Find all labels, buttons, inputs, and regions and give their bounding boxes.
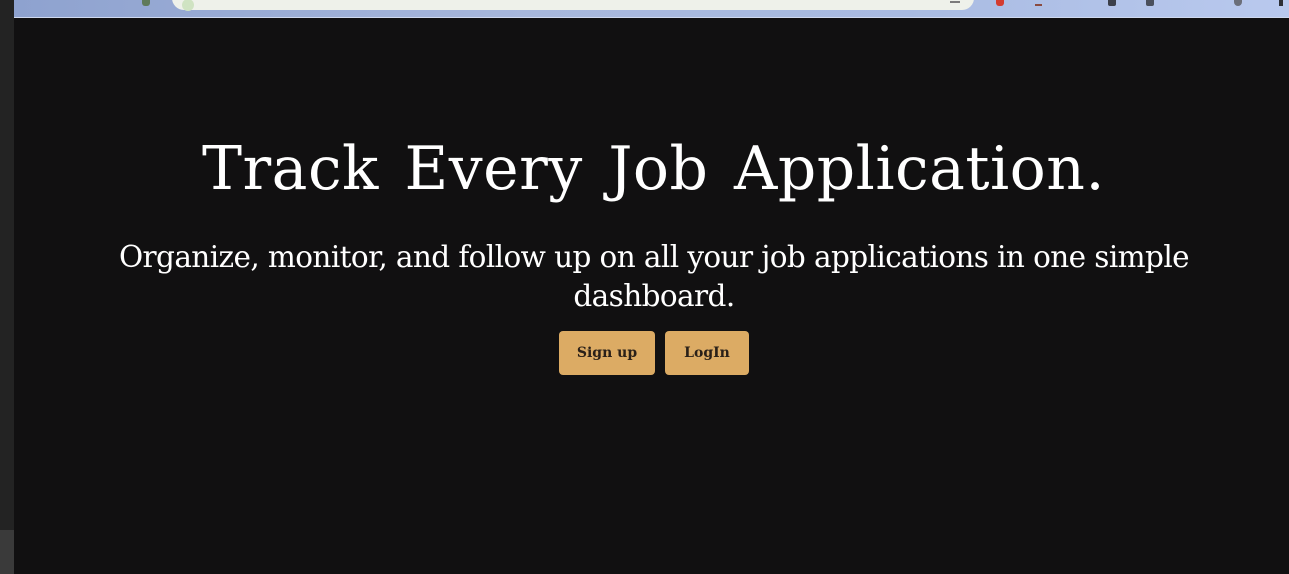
hero-subtitle: Organize, monitor, and follow up on all …	[118, 240, 1190, 313]
left-window-edge	[0, 0, 14, 574]
scrollbar-thumb[interactable]	[0, 530, 14, 574]
extension-icon[interactable]	[1035, 0, 1042, 6]
cta-button-group: Sign up LogIn	[14, 331, 1289, 375]
screen: Track Every Job Application. Organize, m…	[0, 0, 1289, 574]
extensions-puzzle-icon[interactable]	[1108, 0, 1116, 6]
bookmark-star-icon[interactable]	[950, 0, 960, 3]
hero-title: Track Every Job Application.	[201, 134, 1106, 204]
extension-icon[interactable]	[996, 0, 1004, 6]
side-panel-icon[interactable]	[1146, 0, 1154, 6]
address-bar[interactable]	[172, 0, 974, 11]
browser-toolbar	[14, 0, 1289, 18]
login-button[interactable]: LogIn	[665, 331, 749, 375]
browser-menu-icon[interactable]	[1279, 0, 1283, 6]
hero-section: Track Every Job Application. Organize, m…	[14, 18, 1289, 574]
site-info-icon[interactable]	[182, 0, 194, 11]
browser-nav-icon[interactable]	[142, 0, 150, 6]
profile-avatar-icon[interactable]	[1234, 0, 1242, 6]
signup-button[interactable]: Sign up	[559, 331, 655, 375]
